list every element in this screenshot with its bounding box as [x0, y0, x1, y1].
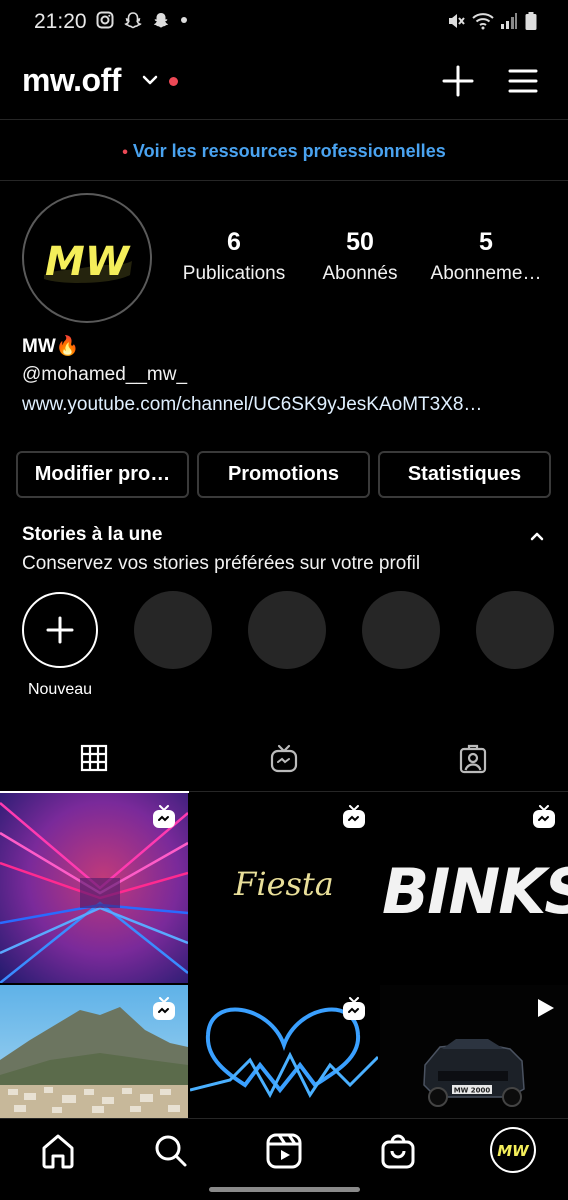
- wifi-icon: [472, 13, 494, 30]
- snapchat-icon: [124, 12, 142, 29]
- stat-posts-label: Publications: [182, 263, 286, 284]
- stat-following-label: Abonneme…: [430, 263, 542, 284]
- banner-bullet: •: [122, 144, 128, 161]
- tagged-icon: [459, 744, 487, 774]
- grid-icon: [80, 744, 108, 772]
- promotions-button[interactable]: Promotions: [197, 451, 370, 498]
- fiesta-text: Fiesta: [233, 865, 334, 903]
- highlights-title: Stories à la une: [22, 524, 163, 545]
- stat-followers[interactable]: 50 Abonnés: [310, 228, 410, 285]
- plus-icon[interactable]: [442, 65, 474, 97]
- profile-avatar[interactable]: MW: [490, 1127, 536, 1173]
- snapchat-icon: [153, 13, 169, 28]
- chevron-down-icon[interactable]: [140, 70, 160, 90]
- new-highlight-label: Nouveau: [27, 681, 93, 698]
- status-right-icons: [446, 11, 538, 31]
- profile-name: MW🔥: [22, 336, 80, 357]
- video-play-icon: [538, 999, 554, 1017]
- signal-icon: [501, 13, 517, 29]
- post-thumbnail[interactable]: [190, 985, 378, 1118]
- notification-dot: [169, 77, 178, 86]
- battery-icon: [525, 12, 537, 30]
- hamburger-menu-icon[interactable]: [508, 68, 538, 94]
- reels-icon[interactable]: [264, 1131, 304, 1171]
- professional-resources-link[interactable]: • Voir les ressources professionnelles: [0, 121, 568, 181]
- stat-posts[interactable]: 6 Publications: [172, 228, 296, 285]
- igtv-badge-icon: [153, 997, 175, 1020]
- stat-followers-value: 50: [346, 228, 374, 256]
- post-thumbnail[interactable]: MW 2000: [380, 985, 568, 1118]
- edit-profile-button[interactable]: Modifier pro…: [16, 451, 189, 498]
- avatar-logo: MW: [44, 239, 132, 285]
- nav-avatar-text: MW: [497, 1142, 530, 1160]
- car-plate-text: MW 2000: [454, 1087, 491, 1095]
- home-indicator[interactable]: [209, 1187, 360, 1192]
- status-bar: 21:20: [0, 0, 568, 44]
- status-time: 21:20: [34, 10, 87, 33]
- profile-tabs: [0, 730, 568, 793]
- igtv-badge-icon: [343, 805, 365, 828]
- status-left-icons: [96, 11, 188, 29]
- instagram-icon: [96, 11, 114, 29]
- highlight-placeholder: [362, 591, 440, 669]
- profile-website-link[interactable]: www.youtube.com/channel/UC6SK9yJesKAoMT3…: [22, 394, 542, 416]
- chevron-up-icon[interactable]: [528, 527, 546, 545]
- igtv-icon: [270, 744, 298, 773]
- banner-text: Voir les ressources professionnelles: [132, 141, 446, 161]
- igtv-badge-icon: [343, 997, 365, 1020]
- plus-icon: [46, 616, 74, 644]
- post-thumbnail[interactable]: [0, 793, 188, 983]
- profile-header: mw.off: [0, 48, 568, 120]
- tab-igtv[interactable]: [189, 730, 378, 792]
- profile-avatar-logo: MW: [497, 1142, 530, 1160]
- account-username[interactable]: mw.off: [22, 62, 121, 99]
- highlight-placeholder: [476, 591, 554, 669]
- tab-tagged[interactable]: [378, 730, 567, 792]
- igtv-badge-icon: [153, 805, 175, 828]
- igtv-badge-icon: [533, 805, 555, 828]
- home-icon[interactable]: [38, 1131, 78, 1171]
- post-thumbnail[interactable]: [0, 985, 188, 1118]
- shop-icon[interactable]: [378, 1131, 418, 1171]
- binks-text: BINKS: [382, 855, 568, 928]
- stat-posts-value: 6: [227, 228, 241, 256]
- tab-grid[interactable]: [0, 730, 189, 793]
- dot-icon: [181, 17, 187, 23]
- highlight-placeholder: [248, 591, 326, 669]
- post-thumbnail[interactable]: Fiesta: [190, 793, 378, 983]
- profile-handle[interactable]: @mohamed__mw_: [22, 364, 187, 386]
- stat-following-value: 5: [479, 228, 493, 256]
- search-icon[interactable]: [151, 1131, 191, 1171]
- insights-button[interactable]: Statistiques: [378, 451, 551, 498]
- post-thumbnail[interactable]: BINKS: [380, 793, 568, 983]
- avatar-text: MW: [45, 239, 131, 285]
- stat-followers-label: Abonnés: [322, 263, 398, 284]
- highlights-subtitle: Conservez vos stories préférées sur votr…: [22, 553, 421, 574]
- highlight-placeholder: [134, 591, 212, 669]
- mute-icon: [449, 14, 465, 28]
- new-highlight-button[interactable]: [22, 592, 98, 668]
- avatar[interactable]: MW: [28, 199, 146, 317]
- stat-following[interactable]: 5 Abonneme…: [424, 228, 548, 285]
